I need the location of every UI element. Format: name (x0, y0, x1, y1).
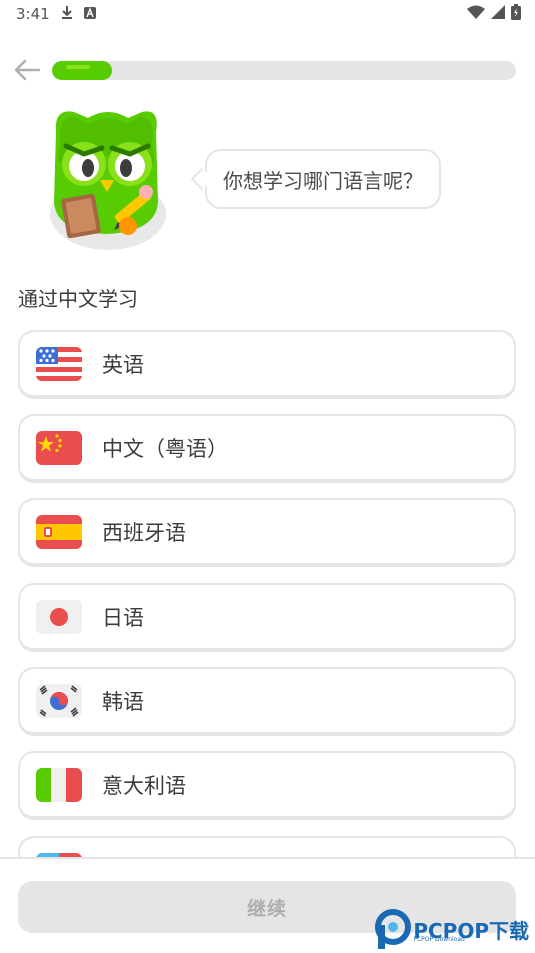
language-label: 韩语 (102, 689, 144, 714)
download-icon (60, 5, 74, 23)
footer: 继续 PCPOP下载 PCPOP Download (0, 857, 535, 953)
speech-bubble-text: 你想学习哪门语言呢？ (223, 168, 423, 193)
progress-fill (52, 61, 113, 80)
language-option-japanese[interactable]: 日语 (18, 583, 516, 652)
korea-flag-icon (36, 683, 82, 718)
italy-flag-icon (36, 767, 82, 802)
language-label: 英语 (102, 352, 144, 377)
status-time: 3:41 (16, 5, 50, 23)
language-label: 日语 (102, 605, 144, 630)
arrow-left-icon (14, 59, 40, 81)
pcpop-logo-icon (375, 909, 412, 949)
japan-flag-icon (36, 599, 82, 634)
section-title: 通过中文学习 (18, 287, 138, 311)
speech-bubble: 你想学习哪门语言呢？ (205, 149, 441, 209)
wifi-icon (467, 5, 485, 23)
status-bar: 3:41 (0, 0, 535, 28)
lesson-header (12, 52, 520, 88)
battery-icon (511, 4, 521, 24)
language-option-cantonese[interactable]: 中文（粤语） (18, 414, 516, 483)
language-label: 中文（粤语） (102, 436, 228, 461)
owl-mascot (44, 102, 168, 252)
spain-flag-icon (36, 514, 82, 549)
continue-label: 继续 (246, 897, 287, 920)
language-option-english[interactable]: 英语 (18, 330, 516, 399)
language-label: 西班牙语 (102, 520, 186, 545)
china-flag-icon (36, 430, 82, 465)
language-list[interactable]: 英语 中文（粤语） 西班牙语 日语 韩语 意大利语 (18, 330, 516, 858)
language-option-italian[interactable]: 意大利语 (18, 751, 516, 820)
app-notification-icon (83, 5, 96, 23)
language-option-spanish[interactable]: 西班牙语 (18, 498, 516, 567)
pcpop-watermark: PCPOP下载 PCPOP Download (375, 909, 529, 949)
language-option-korean[interactable]: 韩语 (18, 667, 516, 736)
signal-icon (491, 5, 505, 23)
watermark-sub: PCPOP Download (413, 936, 465, 943)
back-button[interactable] (12, 55, 42, 85)
language-option-partial[interactable] (18, 836, 516, 858)
language-label: 意大利语 (102, 773, 186, 798)
usa-flag-icon (36, 346, 82, 381)
progress-bar (52, 61, 516, 80)
